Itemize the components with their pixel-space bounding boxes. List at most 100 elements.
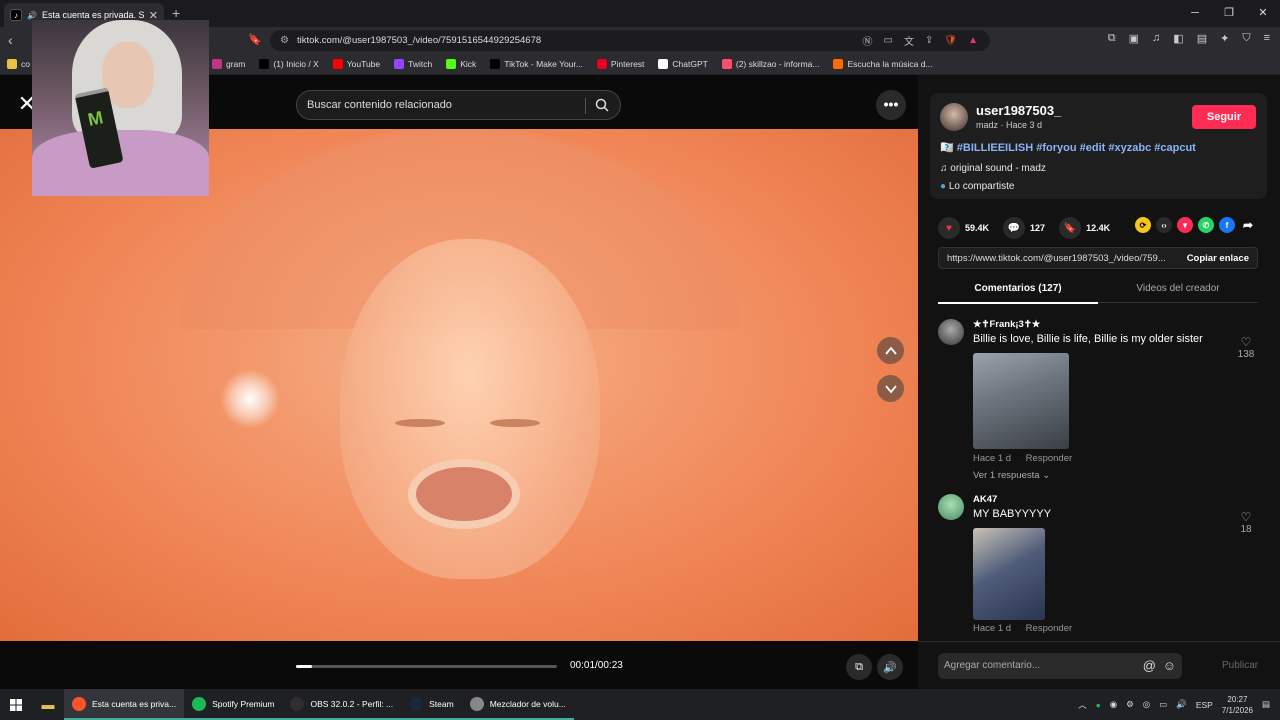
progress-bar[interactable]: [296, 665, 557, 668]
clock[interactable]: 20:27 7/1/2026: [1222, 694, 1253, 716]
restore-button[interactable]: ❐: [1212, 0, 1246, 27]
bookmark-page-icon[interactable]: 🔖: [248, 33, 262, 46]
translate-icon[interactable]: 文: [904, 33, 914, 48]
tab-comments[interactable]: Comentarios (127): [938, 283, 1098, 304]
media-icon[interactable]: ♫: [1152, 32, 1160, 45]
hashtag-link[interactable]: #capcut: [1154, 142, 1196, 154]
comment-image[interactable]: [973, 528, 1045, 620]
volume-button[interactable]: 🔊: [877, 654, 903, 680]
spotify-icon: [192, 696, 207, 711]
language-indicator[interactable]: ESP: [1196, 700, 1213, 710]
x-icon: [259, 59, 270, 69]
like-button[interactable]: ♥ 59.4K: [938, 217, 989, 239]
bookmark-item[interactable]: YouTube: [326, 59, 387, 69]
menu-icon[interactable]: ≡: [1264, 32, 1270, 45]
emoji-icon[interactable]: ☺: [1163, 653, 1176, 679]
comment-like-button[interactable]: ♡ 138: [1234, 335, 1258, 360]
close-window-button[interactable]: ✕: [1246, 0, 1280, 27]
sound-link[interactable]: ♫ original sound - madz: [940, 163, 1046, 174]
brave-rewards-icon[interactable]: ▲: [968, 35, 978, 46]
comment-image[interactable]: [973, 353, 1069, 449]
file-explorer-button[interactable]: ▬: [32, 689, 64, 720]
previous-video-button[interactable]: [877, 337, 904, 364]
bookmark-item[interactable]: Pinterest: [590, 59, 652, 69]
next-video-button[interactable]: [877, 375, 904, 402]
discord-icon[interactable]: ◉: [1110, 699, 1117, 710]
leo-ai-icon[interactable]: ✦: [1220, 32, 1229, 45]
bookmark-item[interactable]: Twitch: [387, 59, 439, 69]
site-settings-icon[interactable]: ⚙: [280, 35, 289, 46]
extensions-icon[interactable]: ⧉: [1108, 32, 1116, 45]
facebook-icon[interactable]: f: [1219, 217, 1235, 233]
obs-tray-icon[interactable]: ◎: [1143, 699, 1150, 710]
comment-button[interactable]: 💬 127: [1003, 217, 1045, 239]
notifications-icon[interactable]: ▤: [1262, 699, 1270, 710]
new-tab-button[interactable]: +: [172, 5, 180, 21]
brave-shield-icon[interactable]: 🛡: [944, 35, 957, 46]
screenshot-icon[interactable]: ▣: [1129, 32, 1139, 45]
send-icon[interactable]: ▼: [1177, 217, 1193, 233]
view-replies-button[interactable]: Ver 1 respuesta ⌄: [973, 470, 1050, 481]
embed-icon[interactable]: ‹›: [1156, 217, 1172, 233]
sidebar-icon[interactable]: ◧: [1173, 32, 1183, 45]
speaker-icon[interactable]: 🔊: [27, 11, 37, 20]
network-icon[interactable]: ▭: [1159, 699, 1167, 710]
speaker-icon[interactable]: 🔊: [1176, 699, 1187, 710]
search-icon[interactable]: [595, 98, 609, 112]
taskbar-app-button[interactable]: Mezclador de volu...: [461, 689, 574, 720]
windows-taskbar: ▬ Esta cuenta es priva... Spotify Premium…: [0, 689, 1280, 720]
back-button[interactable]: ‹: [8, 32, 13, 48]
bookmark-item[interactable]: (2) skillzao - informa...: [715, 59, 827, 69]
mention-icon[interactable]: @: [1143, 653, 1156, 679]
wallet-icon[interactable]: ▤: [1197, 32, 1207, 45]
avatar[interactable]: [938, 319, 964, 345]
spotify-tray-icon[interactable]: ●: [1096, 700, 1101, 710]
whatsapp-icon[interactable]: ✆: [1198, 217, 1214, 233]
cast-icon[interactable]: ▭: [884, 35, 893, 46]
comment-input[interactable]: Agregar comentario... @ ☺: [938, 653, 1182, 679]
start-button[interactable]: [0, 689, 32, 720]
address-bar[interactable]: ⚙ tiktok.com/@user1987503_/video/7591516…: [270, 30, 990, 51]
publish-button[interactable]: Publicar: [1222, 660, 1258, 671]
share-icon[interactable]: ⇪: [925, 35, 933, 46]
taskbar-app-button[interactable]: OBS 32.0.2 - Perfil: ...: [282, 689, 402, 720]
avatar[interactable]: [940, 103, 968, 131]
steam-tray-icon[interactable]: ⚙: [1126, 699, 1134, 710]
comment-like-button[interactable]: ♡ 18: [1234, 510, 1258, 535]
copy-link-button[interactable]: Copiar enlace: [1187, 253, 1249, 264]
related-search-input[interactable]: Buscar contenido relacionado: [296, 90, 621, 120]
bookmark-item[interactable]: (1) Inicio / X: [252, 59, 325, 69]
save-button[interactable]: 🔖 12.4K: [1059, 217, 1110, 239]
miniplayer-button[interactable]: ⧉: [846, 654, 872, 680]
comment-author[interactable]: ★✝Frank¡3✝★: [973, 319, 1040, 330]
hashtag-link[interactable]: #xyzabc: [1108, 142, 1151, 154]
chevron-up-icon[interactable]: ︿: [1078, 699, 1087, 711]
share-arrow-icon[interactable]: ➦: [1240, 217, 1256, 233]
more-options-button[interactable]: •••: [876, 90, 906, 120]
comment-author[interactable]: AK47: [973, 494, 997, 505]
tab-creator-videos[interactable]: Videos del creador: [1098, 283, 1258, 294]
bookmark-item[interactable]: gram: [205, 59, 252, 69]
follow-button[interactable]: Seguir: [1192, 105, 1256, 129]
reply-button[interactable]: Responder: [1026, 623, 1072, 634]
video-player[interactable]: [0, 129, 918, 641]
twitch-icon: [394, 59, 405, 69]
bookmark-item[interactable]: Escucha la música d...: [826, 59, 939, 69]
vpn-icon[interactable]: ⛉: [1242, 32, 1250, 45]
minimize-button[interactable]: ─: [1178, 0, 1212, 27]
steam-icon: [409, 696, 424, 711]
hashtag-link[interactable]: #BILLIEEILISH: [957, 142, 1033, 154]
reader-icon[interactable]: Ⓝ: [863, 33, 873, 48]
hashtag-link[interactable]: #foryou: [1036, 142, 1076, 154]
taskbar-app-button[interactable]: Esta cuenta es priva...: [64, 689, 185, 720]
reply-button[interactable]: Responder: [1026, 453, 1072, 464]
username[interactable]: user1987503_: [976, 103, 1061, 118]
repost-icon[interactable]: ⟳: [1135, 217, 1151, 233]
bookmark-item[interactable]: Kick: [439, 59, 483, 69]
avatar[interactable]: [938, 494, 964, 520]
bookmark-item[interactable]: ChatGPT: [651, 59, 714, 69]
taskbar-app-button[interactable]: Steam: [401, 689, 462, 720]
bookmark-item[interactable]: TikTok - Make Your...: [483, 59, 590, 69]
taskbar-app-button[interactable]: Spotify Premium: [184, 689, 283, 720]
hashtag-link[interactable]: #edit: [1080, 142, 1106, 154]
